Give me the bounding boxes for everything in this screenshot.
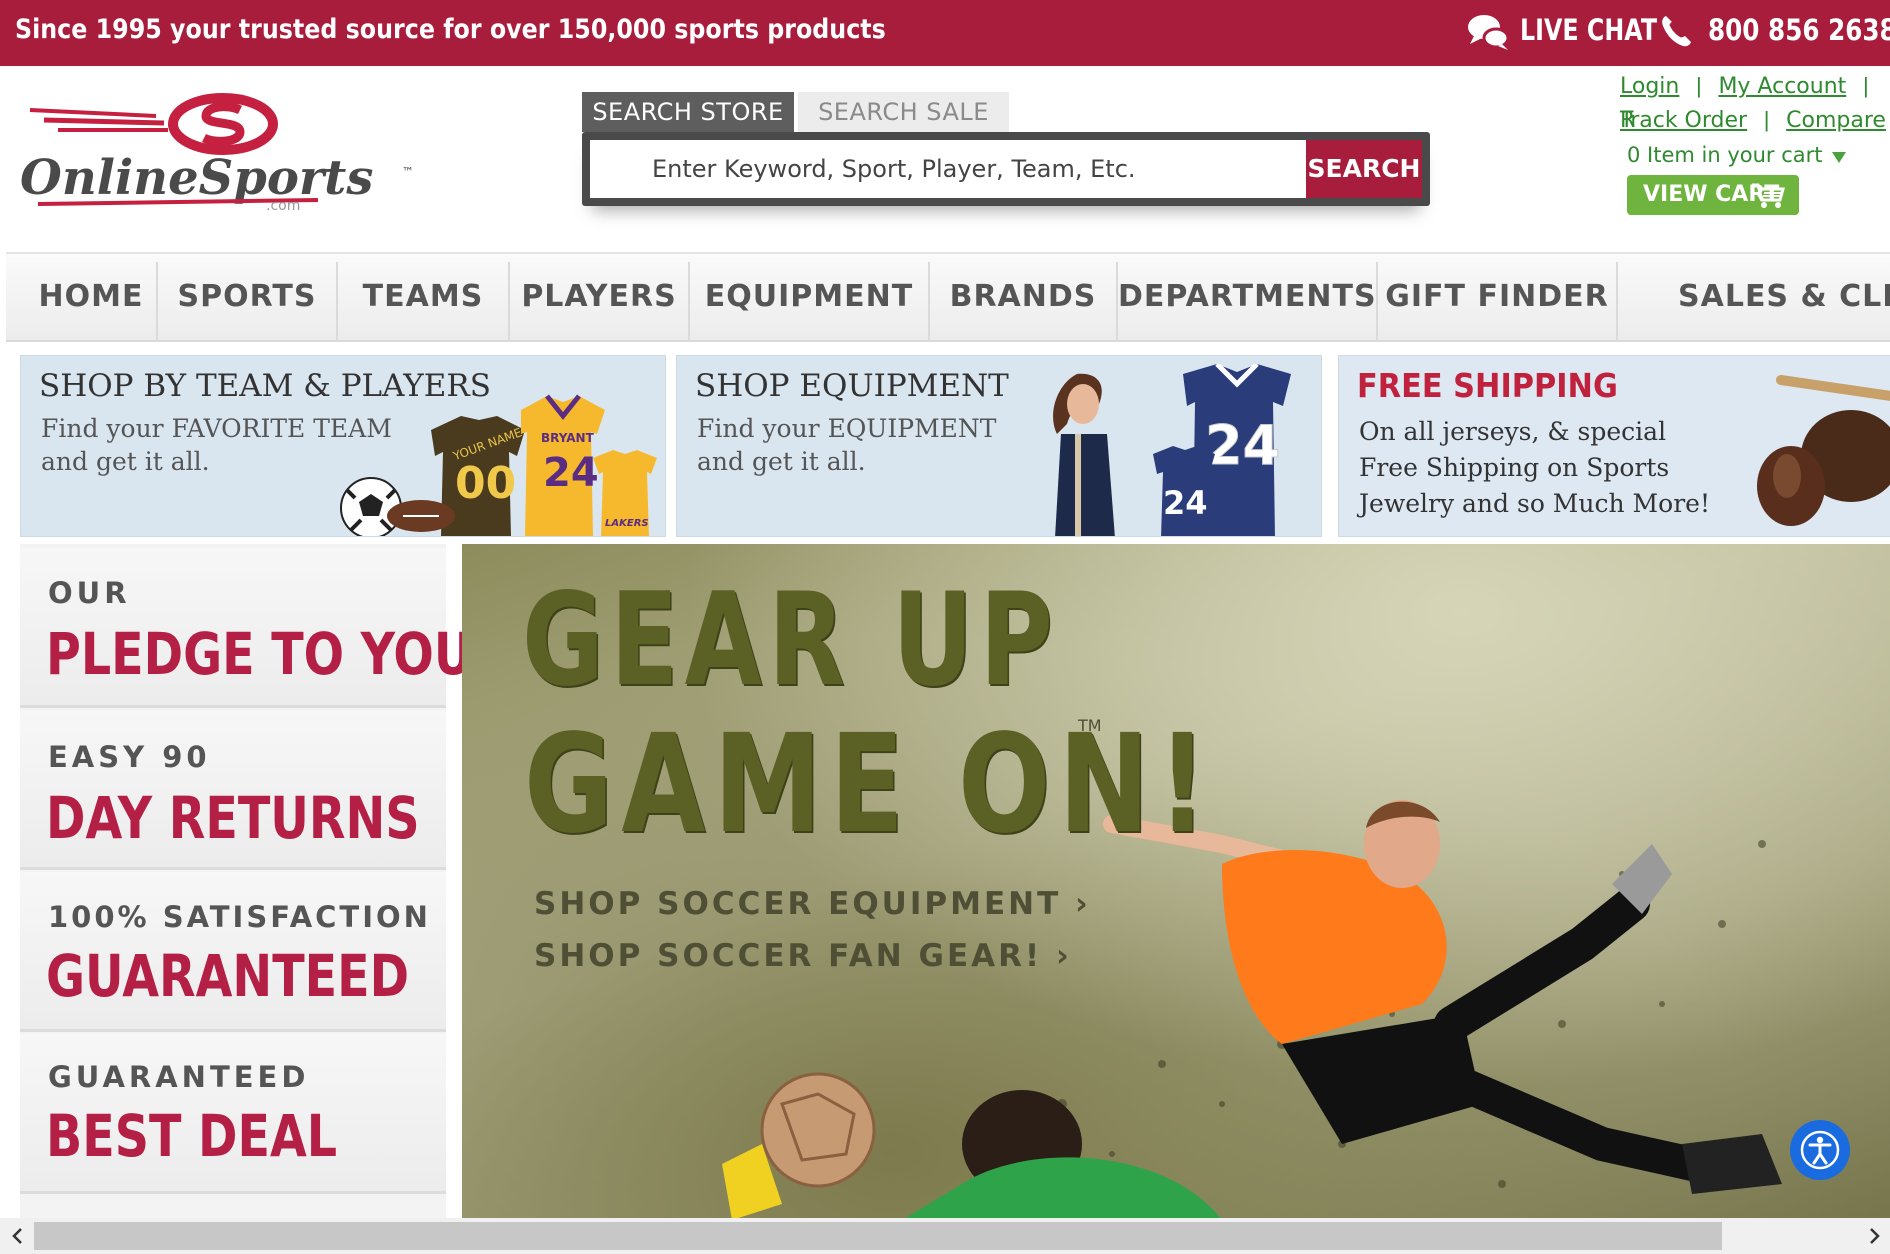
nav-players[interactable]: PLAYERS [510,252,688,342]
nav-equipment[interactable]: EQUIPMENT [690,252,928,342]
phone-number[interactable]: 800 856 2638 [1708,10,1890,50]
scrollbar-thumb[interactable] [34,1222,1722,1250]
my-account-link[interactable]: My Account [1718,74,1846,99]
pledge-card[interactable]: 100% SATISFACTION GUARANTEED [20,872,446,1032]
logo-com: .com [266,198,300,214]
jerseys-illustration: YOUR NAME 00 BRYANT 24 LAKERS [340,394,657,536]
view-cart-button[interactable]: VIEW CART [1627,175,1799,215]
scroll-left-arrow-icon[interactable] [6,1224,30,1248]
chat-bubbles-icon[interactable] [1466,12,1510,52]
compare-link[interactable]: Compare [1786,108,1886,133]
pledge-headline: DAY RETURNS [46,784,420,852]
search-input[interactable] [590,140,1306,198]
logo-tm: ™ [402,165,414,179]
phone-icon [1662,16,1691,47]
cart-dropdown-arrow-icon[interactable] [1832,152,1846,163]
nav-sales-clearance[interactable]: SALES & CLEARA [1618,252,1890,342]
shop-soccer-fan-gear-link[interactable]: SHOP SOCCER FAN GEAR! › [534,938,1072,974]
account-links-row-2: Track Order | Compare [1620,103,1886,138]
jersey-name-2: BRYANT [541,431,595,445]
pledge-label: OUR [48,576,131,610]
nav-sports[interactable]: SPORTS [158,252,336,342]
promo-title: FREE SHIPPING [1357,366,1618,405]
pledge-card[interactable]: GUARANTEED BEST DEAL [20,1034,446,1194]
onlinesports-logo[interactable]: OnlineSports ™ .com [18,92,428,218]
pledge-label: EASY 90 [48,740,211,774]
tagline: Since 1995 your trusted source for over … [15,14,886,45]
promo-title: SHOP EQUIPMENT [695,368,1009,404]
promo-text: On all jerseys, & special Free Shipping … [1359,417,1711,518]
hero-link-label: SHOP SOCCER FAN GEAR! [534,938,1043,974]
hero-link-label: SHOP SOCCER EQUIPMENT [534,886,1062,922]
link-separator: | [1751,107,1782,132]
pledge-label: GUARANTEED [48,1060,310,1094]
logo-text: OnlineSports [20,150,373,206]
pledge-card[interactable]: EASY 90 DAY RETURNS [20,710,446,870]
sports-gear-illustration [1757,375,1890,526]
pledge-headline: PLEDGE TO YOU [46,620,473,688]
promo-free-shipping[interactable]: FREE SHIPPING On all jerseys, & special … [1338,355,1890,537]
pledge-headline: GUARANTEED [46,942,410,1010]
promo-shop-equipment[interactable]: SHOP EQUIPMENT Find your EQUIPMENT and g… [676,355,1322,537]
live-chat-link[interactable]: LIVE CHAT [1520,10,1657,50]
login-link[interactable]: Login [1620,74,1679,99]
nav-departments[interactable]: DEPARTMENTS [1118,252,1376,342]
link-separator: | [1683,73,1714,98]
hero-headline-line-1: GEAR UP [522,566,1059,715]
track-order-link[interactable]: Track Order [1620,108,1747,133]
nav-gift-finder[interactable]: GIFT FINDER [1378,252,1616,342]
pledge-label: 100% SATISFACTION [48,900,431,934]
jersey-team-label: LAKERS [605,518,649,529]
hero-headline-line-2: GAME ON! [524,706,1216,864]
shop-soccer-equipment-link[interactable]: SHOP SOCCER EQUIPMENT › [534,886,1091,922]
accessibility-button[interactable] [1790,1120,1850,1180]
shopping-cart-icon [1752,183,1785,208]
equipment-model-illustration: 24 24 [1053,364,1291,536]
nav-brands[interactable]: BRANDS [930,252,1116,342]
link-separator: | [1850,73,1881,98]
hero-trademark: TM [1078,716,1102,735]
accessibility-icon [1800,1130,1840,1170]
jersey-number-3: 24 [1205,414,1280,477]
chevron-right-icon: › [1055,938,1072,974]
nav-teams[interactable]: TEAMS [338,252,508,342]
hero-banner[interactable]: GEAR UP GAME ON! TM SHOP SOCCER EQUIPMEN… [462,544,1890,1220]
chevron-right-icon: › [1075,886,1091,922]
cart-item-count[interactable]: 0 Item in your cart [1627,138,1823,172]
search-button[interactable]: SEARCH [1306,140,1422,198]
jersey-number-4: 24 [1163,484,1208,522]
scroll-right-arrow-icon[interactable] [1862,1224,1886,1248]
promo-text: Find your EQUIPMENT and get it all. [697,414,997,476]
promo-shop-by-team[interactable]: SHOP BY TEAM & PLAYERS Find your FAVORIT… [20,355,666,537]
tab-search-store[interactable]: SEARCH STORE [582,92,794,132]
tab-search-sale[interactable]: SEARCH SALE [798,92,1009,132]
pledge-card[interactable]: OUR PLEDGE TO YOU [20,548,472,708]
jersey-number-1: 00 [455,458,516,509]
pledge-headline: BEST DEAL [46,1102,338,1170]
jersey-number-2: 24 [543,450,599,496]
nav-home[interactable]: HOME [24,252,158,342]
